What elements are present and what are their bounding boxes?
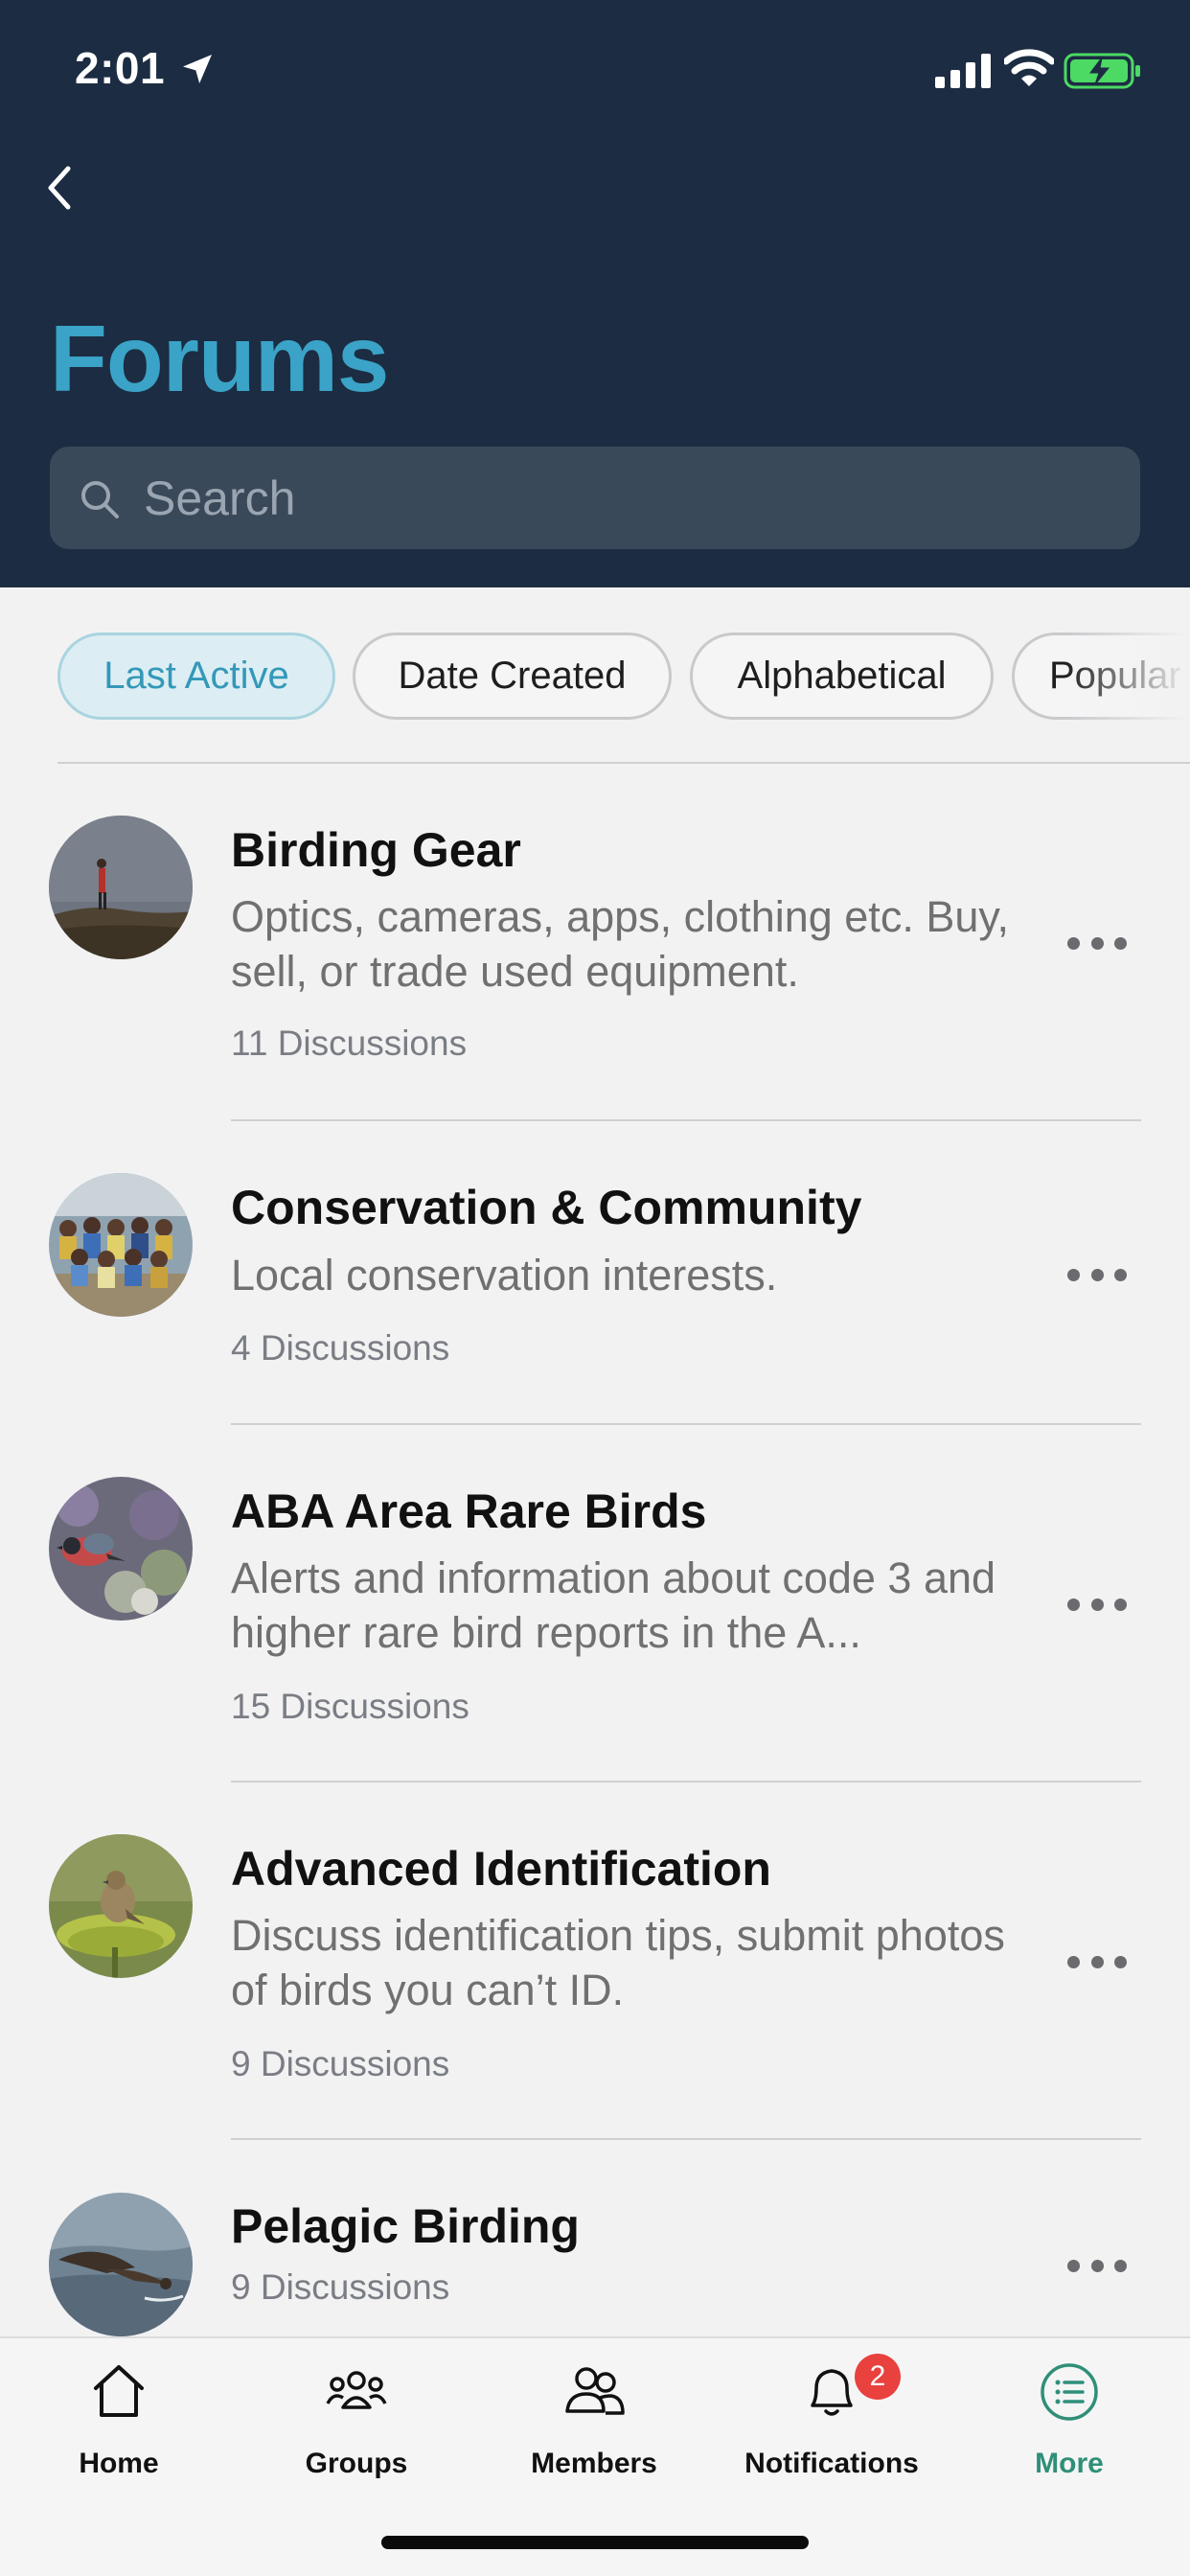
tab-label: Groups (305, 2448, 408, 2479)
forum-title: Advanced Identification (231, 1842, 771, 1896)
forum-discussion-count: 15 Discussions (231, 1687, 469, 1726)
forum-discussion-count: 11 Discussions (231, 1024, 468, 1063)
row-divider (231, 1119, 1141, 1121)
tab-label: Notifications (744, 2448, 919, 2479)
filter-last-active[interactable]: Last Active (57, 632, 335, 720)
status-bar: 2:01 (0, 0, 1190, 144)
home-indicator (381, 2536, 809, 2549)
home-icon (94, 2365, 144, 2417)
filter-alphabetical[interactable]: Alphabetical (690, 632, 994, 720)
chips-scroll-fade (1064, 623, 1190, 730)
cellular-signal-icon (935, 54, 991, 88)
row-divider (231, 2138, 1141, 2140)
tab-notifications[interactable]: 2 Notifications (713, 2338, 950, 2482)
members-icon (565, 2367, 625, 2415)
forum-description: Optics, cameras, apps, clothing etc. Buy… (231, 892, 1010, 996)
tab-label: Home (79, 2448, 159, 2479)
forum-avatar (49, 816, 193, 959)
header: 2:01 Forums (0, 0, 1190, 587)
filter-date-created[interactable]: Date Created (353, 632, 672, 720)
search-input[interactable] (144, 447, 1111, 549)
forum-avatar (49, 2193, 193, 2336)
forum-avatar (49, 1173, 193, 1317)
forum-avatar (49, 1477, 193, 1621)
forum-discussion-count: 4 Discussions (231, 1328, 450, 1368)
forum-discussion-count: 9 Discussions (231, 2267, 450, 2307)
forum-avatar (49, 1834, 193, 1978)
forum-options-button[interactable] (1067, 1255, 1127, 1294)
forum-title: ABA Area Rare Birds (231, 1484, 707, 1538)
row-divider (231, 1423, 1141, 1425)
forum-options-button[interactable] (1067, 1585, 1127, 1623)
notification-badge: 2 (855, 2354, 901, 2400)
more-list-icon (1041, 2363, 1098, 2421)
row-divider (231, 1781, 1141, 1782)
forum-title: Birding Gear (231, 823, 521, 877)
tab-groups[interactable]: Groups (238, 2338, 475, 2482)
forum-options-button[interactable] (1067, 1943, 1127, 1981)
forum-description: Alerts and information about code 3 and … (231, 1553, 996, 1657)
chips-divider (57, 762, 1190, 764)
bell-icon (811, 2369, 853, 2416)
search-box[interactable] (50, 447, 1140, 549)
forum-description: Local conservation interests. (231, 1251, 778, 1300)
groups-icon (326, 2371, 387, 2409)
tab-more[interactable]: More (950, 2338, 1188, 2482)
back-button[interactable] (34, 157, 84, 218)
battery-charging-icon (1064, 53, 1140, 89)
forum-discussion-count: 9 Discussions (231, 2044, 450, 2083)
tab-label: Members (531, 2448, 657, 2479)
forum-options-button[interactable] (1067, 2246, 1127, 2285)
tab-members[interactable]: Members (475, 2338, 713, 2482)
forum-description: Discuss identification tips, submit phot… (231, 1911, 1005, 2014)
chevron-left-icon (48, 166, 71, 210)
tab-label: More (1035, 2448, 1104, 2479)
location-arrow-icon (183, 55, 212, 83)
wifi-icon (1004, 49, 1054, 86)
forum-title: Pelagic Birding (231, 2199, 580, 2253)
forum-options-button[interactable] (1067, 924, 1127, 962)
status-time: 2:01 (75, 43, 166, 93)
tab-home[interactable]: Home (0, 2338, 238, 2482)
search-icon (81, 481, 119, 518)
forum-title: Conservation & Community (231, 1181, 862, 1234)
page-title: Forums (50, 306, 389, 411)
